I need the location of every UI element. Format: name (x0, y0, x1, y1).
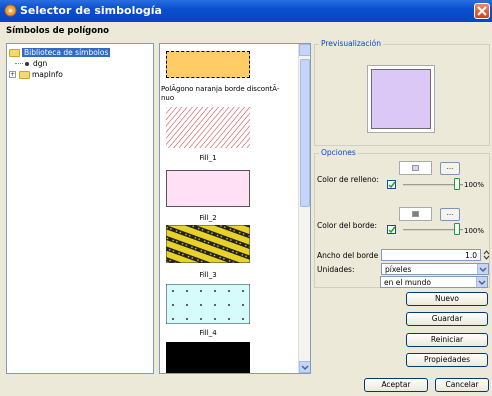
border-alpha-thumb[interactable] (454, 223, 460, 235)
combo-arrow[interactable] (477, 264, 488, 274)
window-title: Selector de simbología (20, 4, 162, 17)
world-units-select[interactable]: en el mundo (380, 276, 488, 288)
tree-item-dgn[interactable]: dgn (15, 58, 47, 69)
tree-item-library[interactable]: Biblioteca de símbolos (9, 47, 111, 58)
preview-panel: Previsualización (314, 39, 490, 146)
symbol-list[interactable]: PolÃ­gono naranja borde discontÃ­nuo Fil… (159, 43, 311, 374)
symbol-label: Fill_4 (199, 329, 217, 337)
symbol-swatch[interactable] (166, 107, 250, 148)
fill-color-swatch[interactable] (399, 161, 432, 175)
close-icon (477, 6, 487, 16)
cancel-button[interactable]: Cancelar (435, 378, 489, 392)
preview-fill (371, 69, 431, 129)
check-icon (388, 226, 396, 234)
folder-icon (19, 70, 30, 79)
check-icon (388, 181, 396, 189)
chevron-down-icon (479, 267, 487, 273)
symbol-label: PolÃ­gono naranja borde discontÃ­nuo (161, 85, 280, 102)
units-select[interactable]: píxeles (381, 263, 489, 275)
spinner-icon[interactable] (483, 249, 490, 261)
scroll-down-button[interactable] (299, 361, 310, 373)
tree-item-label: dgn (33, 59, 48, 68)
symbol-swatch[interactable] (166, 342, 250, 373)
chevron-down-icon (301, 365, 309, 371)
close-button[interactable] (474, 3, 490, 19)
world-units-value: en el mundo (384, 278, 431, 287)
accept-button[interactable]: Aceptar (364, 378, 428, 392)
symbol-label: Fill_3 (199, 271, 217, 279)
symbol-label: Fill_1 (199, 154, 217, 162)
border-color-picker-button[interactable]: ... (440, 208, 460, 221)
fill-alpha-value: 100% (464, 181, 485, 189)
border-width-input[interactable]: 1.0 (381, 249, 481, 261)
border-alpha-value: 100% (464, 227, 485, 235)
fill-enabled-checkbox[interactable] (387, 180, 396, 189)
units-value: píxeles (385, 265, 412, 274)
symbol-swatch[interactable] (166, 170, 250, 207)
app-icon (4, 4, 17, 17)
fill-color-picker-button[interactable]: ... (440, 162, 460, 175)
symbol-swatch[interactable] (166, 51, 250, 78)
scroll-thumb[interactable] (300, 59, 310, 207)
symbol-swatch[interactable] (166, 284, 250, 324)
leaf-icon (25, 61, 29, 66)
folder-open-icon (9, 48, 20, 57)
tree-item-label: Biblioteca de símbolos (22, 48, 111, 57)
border-color-label: Color del borde: (317, 221, 378, 230)
options-label: Opciones (319, 148, 358, 157)
tree-item-label: mapInfo (32, 70, 63, 79)
symbol-list-scrollbar[interactable] (298, 44, 310, 373)
properties-button[interactable]: Propiedades (406, 353, 488, 367)
section-title: Símbolos de polígono (6, 26, 109, 36)
scroll-up-button[interactable] (299, 44, 310, 56)
save-button[interactable]: Guardar (406, 312, 488, 326)
preview-box (367, 65, 435, 133)
symbol-swatch[interactable] (166, 225, 250, 263)
preview-label: Previsualización (319, 39, 383, 48)
options-panel: Opciones Color de relleno: ... 100% Colo… (314, 148, 490, 288)
chevron-down-icon (478, 280, 486, 286)
tree-connector (15, 63, 23, 64)
expand-icon[interactable]: + (9, 71, 16, 78)
border-width-label: Ancho del borde (317, 251, 379, 260)
units-label: Unidades: (317, 265, 355, 274)
symbol-label: Fill_2 (199, 214, 217, 222)
title-bar: Selector de simbología (0, 0, 492, 22)
new-button[interactable]: Nuevo (406, 292, 488, 306)
tree-item-mapinfo[interactable]: + mapInfo (9, 69, 63, 80)
border-enabled-checkbox[interactable] (387, 225, 396, 234)
reset-button[interactable]: Reiniciar (406, 333, 488, 347)
combo-arrow[interactable] (476, 277, 487, 287)
border-color-swatch[interactable] (399, 207, 432, 221)
fill-color-label: Color de relleno: (317, 175, 379, 184)
fill-alpha-thumb[interactable] (454, 178, 460, 190)
library-tree[interactable]: Biblioteca de símbolos dgn + mapInfo (6, 43, 154, 374)
